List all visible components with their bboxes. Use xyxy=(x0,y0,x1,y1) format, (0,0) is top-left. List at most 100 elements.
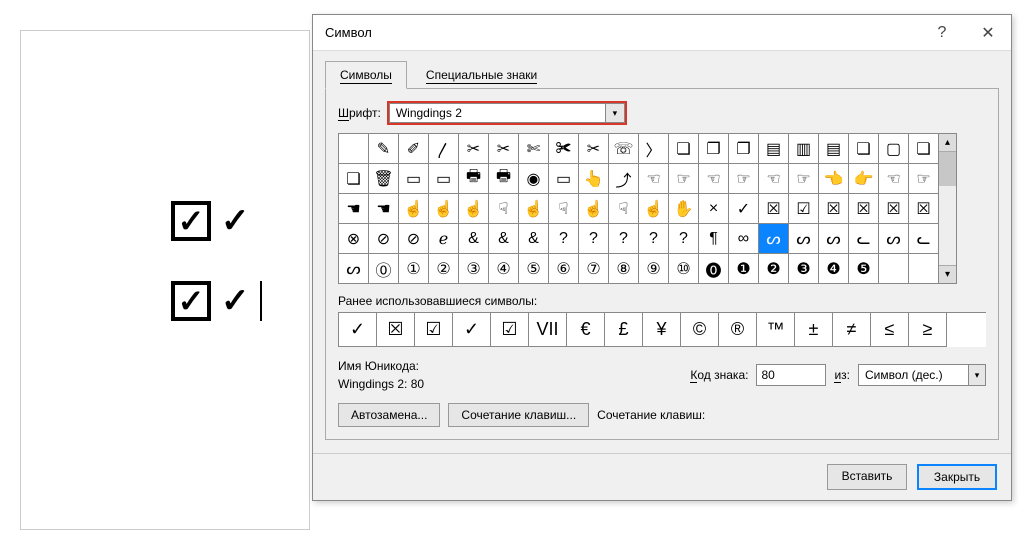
symbol-cell[interactable] xyxy=(909,254,939,284)
symbol-cell[interactable]: ⑤ xyxy=(519,254,549,284)
font-select[interactable]: Wingdings 2 xyxy=(389,103,605,123)
symbol-cell[interactable]: ☝ xyxy=(579,194,609,224)
symbol-cell[interactable]: ☟ xyxy=(489,194,519,224)
chevron-down-icon[interactable]: ▾ xyxy=(968,364,986,386)
scrollbar[interactable]: ▴ ▾ xyxy=(939,133,957,284)
symbol-cell[interactable]: ? xyxy=(609,224,639,254)
symbol-cell[interactable]: ᔕ xyxy=(789,224,819,254)
recent-symbol-cell[interactable]: ® xyxy=(719,313,757,347)
symbol-cell[interactable]: ⊘ xyxy=(369,224,399,254)
symbol-cell[interactable]: ▥ xyxy=(789,134,819,164)
char-code-input[interactable]: 80 xyxy=(756,364,826,386)
symbol-cell[interactable]: ✋ xyxy=(669,194,699,224)
symbol-cell[interactable]: ᓚ xyxy=(909,224,939,254)
symbol-cell[interactable]: ④ xyxy=(489,254,519,284)
symbol-cell[interactable]: ▭ xyxy=(399,164,429,194)
symbol-cell[interactable]: 🖶 xyxy=(459,164,489,194)
symbol-cell[interactable]: ✂ xyxy=(579,134,609,164)
symbol-cell[interactable]: ⑥ xyxy=(549,254,579,284)
symbol-cell[interactable]: ☜ xyxy=(879,164,909,194)
symbol-cell[interactable]: ❐ xyxy=(729,134,759,164)
close-icon[interactable]: ✕ xyxy=(965,15,1011,51)
symbol-cell[interactable]: ① xyxy=(399,254,429,284)
symbol-cell[interactable]: ⓿ xyxy=(699,254,729,284)
symbol-cell[interactable]: ☝ xyxy=(399,194,429,224)
symbol-cell[interactable]: ☚ xyxy=(339,194,369,224)
symbol-cell[interactable]: ☝ xyxy=(519,194,549,224)
recent-symbol-cell[interactable]: ☒ xyxy=(377,313,415,347)
symbol-cell[interactable]: ☝ xyxy=(459,194,489,224)
symbol-cell[interactable]: ▭ xyxy=(549,164,579,194)
symbol-cell[interactable]: ⑦ xyxy=(579,254,609,284)
symbol-cell[interactable]: ☒ xyxy=(879,194,909,224)
symbol-cell[interactable]: ✄ xyxy=(519,134,549,164)
symbol-cell[interactable]: ☞ xyxy=(729,164,759,194)
symbol-cell[interactable]: 👉 xyxy=(849,164,879,194)
symbol-cell[interactable]: & xyxy=(489,224,519,254)
symbol-cell[interactable]: ? xyxy=(639,224,669,254)
symbol-cell[interactable]: 🗑 xyxy=(369,164,399,194)
recent-symbol-cell[interactable]: ✓ xyxy=(453,313,491,347)
symbol-cell[interactable]: ▤ xyxy=(759,134,789,164)
symbol-cell[interactable]: ✐ xyxy=(399,134,429,164)
symbol-cell[interactable]: ☟ xyxy=(609,194,639,224)
symbol-cell[interactable]: ☚ xyxy=(369,194,399,224)
symbol-cell[interactable]: ❏ xyxy=(849,134,879,164)
symbol-cell[interactable]: ☑ xyxy=(789,194,819,224)
symbol-cell[interactable]: ✓ xyxy=(729,194,759,224)
symbol-cell[interactable]: ᓚ xyxy=(849,224,879,254)
symbol-cell[interactable]: ② xyxy=(429,254,459,284)
help-button[interactable]: ? xyxy=(919,15,965,51)
symbol-cell[interactable]: ⊗ xyxy=(339,224,369,254)
symbol-cell[interactable]: ℯ xyxy=(429,224,459,254)
recent-symbol-cell[interactable]: ± xyxy=(795,313,833,347)
symbol-cell[interactable]: ☝ xyxy=(639,194,669,224)
symbol-cell[interactable]: ᔕ xyxy=(339,254,369,284)
symbol-cell[interactable]: ✎ xyxy=(369,134,399,164)
recent-symbol-cell[interactable]: ≥ xyxy=(909,313,947,347)
symbol-cell[interactable]: 〉 xyxy=(639,134,669,164)
symbol-cell[interactable]: ✀ xyxy=(549,134,579,164)
recent-symbol-cell[interactable]: ≤ xyxy=(871,313,909,347)
scroll-down-icon[interactable]: ▾ xyxy=(939,265,956,283)
symbol-cell[interactable]: 🖶 xyxy=(489,164,519,194)
symbol-cell[interactable]: ? xyxy=(669,224,699,254)
symbol-cell[interactable]: ☞ xyxy=(789,164,819,194)
symbol-cell[interactable]: ⑩ xyxy=(669,254,699,284)
from-select[interactable]: Символ (дес.) ▾ xyxy=(858,364,986,386)
symbol-cell[interactable]: ∞ xyxy=(729,224,759,254)
symbol-cell[interactable]: ☜ xyxy=(759,164,789,194)
scroll-thumb[interactable] xyxy=(939,152,956,186)
symbol-cell[interactable]: ᔕ xyxy=(819,224,849,254)
recent-symbol-cell[interactable]: ≠ xyxy=(833,313,871,347)
tab-special[interactable]: Специальные знаки xyxy=(411,61,552,89)
recent-symbol-cell[interactable]: ✓ xyxy=(339,313,377,347)
symbol-cell[interactable]: ☜ xyxy=(639,164,669,194)
recent-symbol-cell[interactable]: ™ xyxy=(757,313,795,347)
symbol-cell[interactable]: ❷ xyxy=(759,254,789,284)
symbol-cell[interactable]: ❐ xyxy=(699,134,729,164)
scroll-up-icon[interactable]: ▴ xyxy=(939,134,956,152)
recent-symbol-cell[interactable]: £ xyxy=(605,313,643,347)
insert-button[interactable]: Вставить xyxy=(827,464,907,490)
tab-symbols[interactable]: Символы xyxy=(325,61,407,89)
symbol-cell[interactable]: ᔕ xyxy=(879,224,909,254)
recent-symbol-cell[interactable]: ☑ xyxy=(415,313,453,347)
symbol-cell[interactable]: 👈 xyxy=(819,164,849,194)
chevron-down-icon[interactable]: ▾ xyxy=(605,103,625,123)
symbol-cell[interactable]: ? xyxy=(549,224,579,254)
symbol-cell[interactable]: ? xyxy=(579,224,609,254)
symbol-cell[interactable]: ✂ xyxy=(489,134,519,164)
scroll-track[interactable] xyxy=(939,152,956,265)
symbol-cell[interactable]: ☏ xyxy=(609,134,639,164)
symbol-cell[interactable]: ❶ xyxy=(729,254,759,284)
symbol-cell[interactable]: ☒ xyxy=(849,194,879,224)
symbol-cell[interactable]: ⑧ xyxy=(609,254,639,284)
recent-symbol-cell[interactable]: VII xyxy=(529,313,567,347)
symbol-cell[interactable]: ☞ xyxy=(909,164,939,194)
shortcut-button[interactable]: Сочетание клавиш... xyxy=(448,403,589,427)
symbol-cell[interactable]: ⓪ xyxy=(369,254,399,284)
symbol-cell[interactable]: & xyxy=(519,224,549,254)
symbol-cell[interactable]: ▤ xyxy=(819,134,849,164)
symbol-cell[interactable]: ❺ xyxy=(849,254,879,284)
